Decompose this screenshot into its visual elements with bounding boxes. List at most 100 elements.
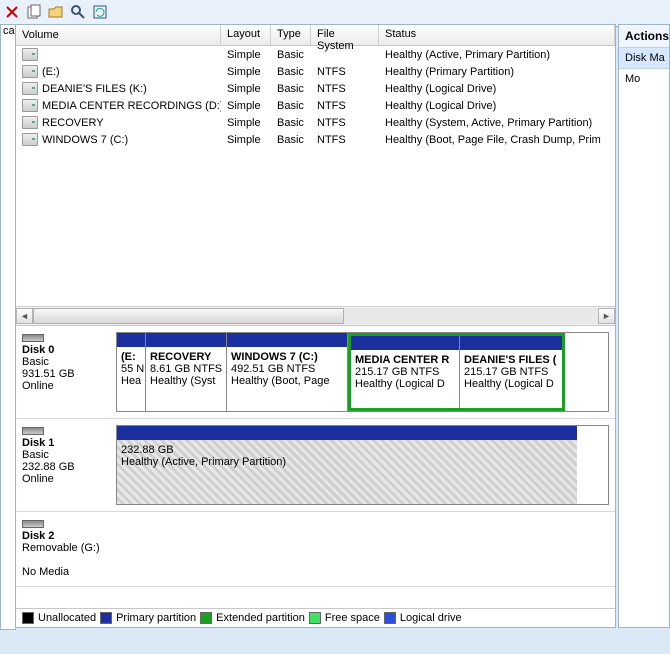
table-row[interactable]: MEDIA CENTER RECORDINGS (D:)SimpleBasicN…: [16, 97, 615, 114]
table-row[interactable]: (E:)SimpleBasicNTFSHealthy (Primary Part…: [16, 63, 615, 80]
cell-fs: NTFS: [311, 65, 379, 79]
col-status[interactable]: Status: [379, 25, 615, 45]
partition[interactable]: RECOVERY8.61 GB NTFSHealthy (Syst: [146, 333, 227, 411]
partition[interactable]: (E:55 NHea: [117, 333, 146, 411]
cell-type: Basic: [271, 99, 311, 113]
volume-name: DEANIE'S FILES (K:): [42, 83, 147, 95]
partition-title: MEDIA CENTER R: [355, 354, 449, 366]
partition-title: (E:: [121, 351, 136, 363]
scroll-thumb[interactable]: [33, 308, 344, 324]
partition-size: 215.17 GB NTFS: [464, 366, 548, 378]
cell-type: Basic: [271, 116, 311, 130]
disk-type: Basic: [22, 356, 49, 368]
disk-info[interactable]: Disk 2Removable (G:) No Media: [16, 512, 116, 586]
partition-title: RECOVERY: [150, 351, 211, 363]
partition[interactable]: 232.88 GBHealthy (Active, Primary Partit…: [117, 426, 577, 504]
disk-state: Online: [22, 473, 54, 485]
col-filesystem[interactable]: File System: [311, 25, 379, 45]
volume-name: MEDIA CENTER RECORDINGS (D:): [42, 100, 221, 112]
cell-type: Basic: [271, 82, 311, 96]
cell-status: Healthy (Active, Primary Partition): [379, 48, 615, 62]
volume-name: (E:): [42, 66, 60, 78]
refresh-icon[interactable]: [92, 4, 108, 23]
cell-layout: Simple: [221, 65, 271, 79]
partition-status: Hea: [121, 375, 141, 387]
scroll-right-icon[interactable]: ►: [598, 308, 615, 324]
cell-layout: Simple: [221, 48, 271, 62]
legend-swatch-extended: [200, 612, 212, 624]
properties-icon[interactable]: [26, 4, 42, 23]
legend-label: Free space: [325, 612, 380, 624]
legend-label: Extended partition: [216, 612, 305, 624]
close-icon[interactable]: [4, 4, 20, 23]
table-row[interactable]: DEANIE'S FILES (K:)SimpleBasicNTFSHealth…: [16, 80, 615, 97]
disk-label: Disk 0: [22, 344, 54, 356]
partition[interactable]: MEDIA CENTER R215.17 GB NTFSHealthy (Log…: [351, 336, 460, 408]
drive-icon: [22, 116, 38, 129]
col-layout[interactable]: Layout: [221, 25, 271, 45]
disk-info[interactable]: Disk 1Basic232.88 GBOnline: [16, 419, 116, 511]
open-icon[interactable]: [48, 4, 64, 23]
partition-title: WINDOWS 7 (C:): [231, 351, 318, 363]
disk-icon: [22, 520, 44, 528]
scroll-left-icon[interactable]: ◄: [16, 308, 33, 324]
col-volume[interactable]: Volume: [16, 25, 221, 45]
legend-label: Logical drive: [400, 612, 462, 624]
table-row[interactable]: WINDOWS 7 (C:)SimpleBasicNTFSHealthy (Bo…: [16, 131, 615, 148]
partition-header: [227, 333, 347, 347]
disk-label: Disk 2: [22, 530, 54, 542]
left-nav-tab[interactable]: cal: [0, 24, 16, 630]
drive-icon: [22, 65, 38, 78]
partition-header: [117, 333, 145, 347]
disk-size: 232.88 GB: [22, 461, 75, 473]
cell-fs: [311, 54, 379, 56]
volume-name: WINDOWS 7 (C:): [42, 134, 128, 146]
partition-header: [351, 336, 459, 350]
actions-title: Actions: [619, 25, 669, 48]
legend-swatch-logical: [384, 612, 396, 624]
legend-label: Unallocated: [38, 612, 96, 624]
disk-label: Disk 1: [22, 437, 54, 449]
legend: Unallocated Primary partition Extended p…: [16, 608, 615, 627]
partition[interactable]: DEANIE'S FILES (215.17 GB NTFSHealthy (L…: [460, 336, 562, 408]
disk-icon: [22, 334, 44, 342]
volume-list: Volume Layout Type File System Status Si…: [16, 25, 615, 306]
partition-header: [146, 333, 226, 347]
disk-row: Disk 2Removable (G:) No Media: [16, 512, 615, 587]
disk-info[interactable]: Disk 0Basic931.51 GBOnline: [16, 326, 116, 418]
partition-size: 55 N: [121, 363, 144, 375]
partition-status: Healthy (Logical D: [355, 378, 445, 390]
disk-row: Disk 0Basic931.51 GBOnline(E:55 NHeaRECO…: [16, 326, 615, 419]
disk-type: Removable (G:): [22, 542, 100, 554]
cell-status: Healthy (Logical Drive): [379, 82, 615, 96]
disk-icon: [22, 427, 44, 435]
drive-icon: [22, 48, 38, 61]
partition-header: [117, 426, 577, 440]
disk-state: Online: [22, 380, 54, 392]
legend-label: Primary partition: [116, 612, 196, 624]
table-row[interactable]: RECOVERYSimpleBasicNTFSHealthy (System, …: [16, 114, 615, 131]
actions-selected[interactable]: Disk Ma: [619, 48, 669, 69]
partition-header: [460, 336, 562, 350]
find-icon[interactable]: [70, 4, 86, 23]
table-row[interactable]: SimpleBasic Healthy (Active, Primary Part…: [16, 46, 615, 63]
partition-status: Healthy (Boot, Page: [231, 375, 329, 387]
extended-partition: MEDIA CENTER R215.17 GB NTFSHealthy (Log…: [348, 333, 565, 411]
volume-list-header: Volume Layout Type File System Status: [16, 25, 615, 46]
partition-status: Healthy (Active, Primary Partition): [121, 456, 286, 468]
cell-layout: Simple: [221, 99, 271, 113]
volume-list-hscroll[interactable]: ◄ ►: [16, 306, 615, 325]
volume-name: RECOVERY: [42, 117, 104, 129]
cell-status: Healthy (Logical Drive): [379, 99, 615, 113]
actions-item[interactable]: Mo: [619, 69, 669, 89]
cell-status: Healthy (System, Active, Primary Partiti…: [379, 116, 615, 130]
cell-fs: NTFS: [311, 82, 379, 96]
cell-layout: Simple: [221, 116, 271, 130]
cell-type: Basic: [271, 48, 311, 62]
partition-title: DEANIE'S FILES (: [464, 354, 556, 366]
partition-size: 215.17 GB NTFS: [355, 366, 439, 378]
scroll-track[interactable]: [33, 308, 598, 324]
col-type[interactable]: Type: [271, 25, 311, 45]
disk-state: No Media: [22, 566, 69, 578]
partition[interactable]: WINDOWS 7 (C:)492.51 GB NTFSHealthy (Boo…: [227, 333, 348, 411]
